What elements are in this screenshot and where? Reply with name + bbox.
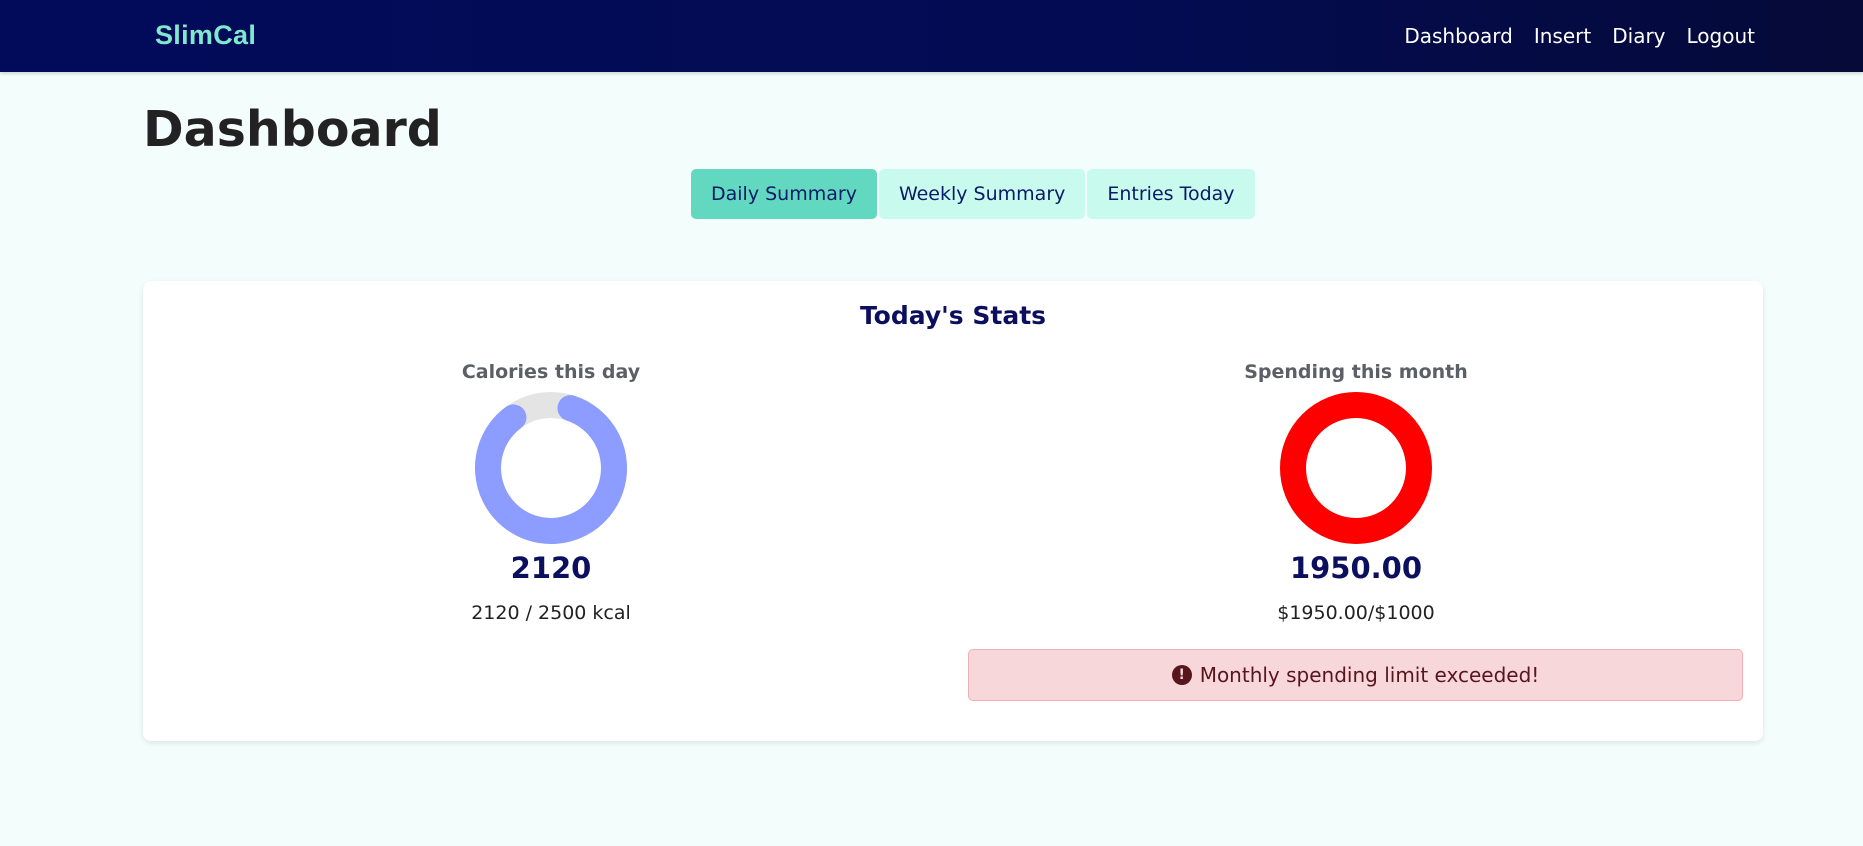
- exclamation-circle-icon: !: [1171, 665, 1192, 685]
- tab-entries-today[interactable]: Entries Today: [1087, 169, 1255, 219]
- spending-label: Spending this month: [1244, 361, 1468, 383]
- spending-value: 1950.00: [1289, 551, 1423, 585]
- brand-logo[interactable]: SlimCal: [155, 20, 256, 51]
- spending-limit-alert: ! Monthly spending limit exceeded!: [968, 649, 1743, 701]
- calories-stat: Calories this day 2120 2120 / 2500 kcal: [401, 361, 701, 624]
- tab-daily-summary[interactable]: Daily Summary: [691, 169, 877, 219]
- stats-title: Today's Stats: [859, 301, 1047, 330]
- navbar: SlimCal Dashboard Insert Diary Logout: [0, 0, 1863, 72]
- spending-ring-chart: [1280, 392, 1432, 544]
- calories-progress-text: 2120 / 2500 kcal: [471, 602, 631, 624]
- summary-tabs: Daily Summary Weekly Summary Entries Tod…: [691, 169, 1255, 219]
- nav-link-logout[interactable]: Logout: [1687, 24, 1755, 48]
- tab-weekly-summary[interactable]: Weekly Summary: [878, 169, 1086, 219]
- spending-progress-text: $1950.00/$1000: [1277, 602, 1435, 624]
- stats-card: Today's Stats Calories this day 2120 212…: [143, 281, 1763, 741]
- nav-link-insert[interactable]: Insert: [1534, 24, 1591, 48]
- alert-text: Monthly spending limit exceeded!: [1199, 663, 1540, 687]
- calories-label: Calories this day: [461, 361, 641, 383]
- nav-link-dashboard[interactable]: Dashboard: [1404, 24, 1513, 48]
- nav-link-diary[interactable]: Diary: [1612, 24, 1665, 48]
- spending-stat: Spending this month 1950.00 $1950.00/$10…: [1206, 361, 1506, 624]
- calories-ring-chart: [475, 391, 627, 544]
- page-title: Dashboard: [143, 101, 442, 158]
- spending-ring-progress: [1280, 392, 1432, 544]
- calories-value: 2120: [510, 551, 592, 585]
- nav-links: Dashboard Insert Diary Logout: [1404, 24, 1755, 48]
